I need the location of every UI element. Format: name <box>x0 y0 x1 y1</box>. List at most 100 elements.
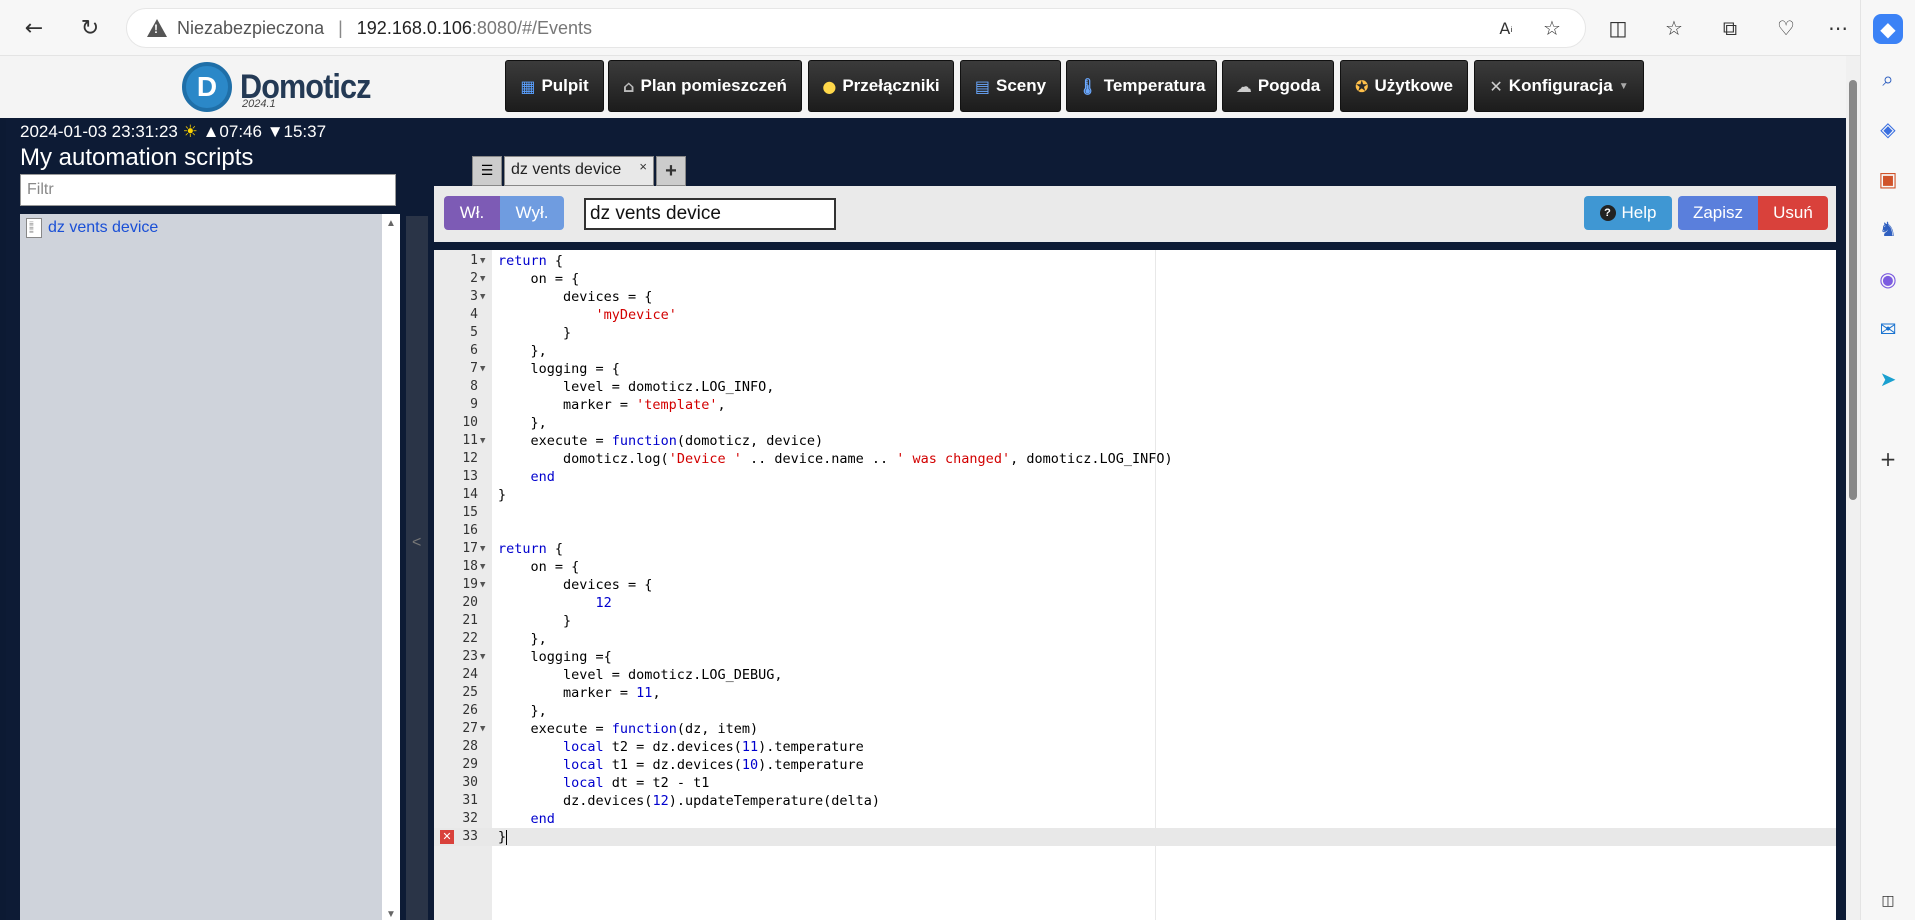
disable-button[interactable]: Wył. <box>500 196 564 230</box>
copilot-icon[interactable]: ◆ <box>1873 14 1903 44</box>
code-line[interactable]: 19 ▼ devices = { <box>434 576 1836 594</box>
code-line[interactable]: 7 ▼ logging = { <box>434 360 1836 378</box>
code-line[interactable]: 11 ▼ execute = function(domoticz, device) <box>434 432 1836 450</box>
split-screen-icon[interactable]: ◫ <box>1600 10 1636 46</box>
tab-dz-vents-device[interactable]: dz vents device × <box>504 156 654 186</box>
fold-icon[interactable]: ▼ <box>480 576 485 594</box>
code-text[interactable]: marker = 'template', <box>498 396 726 414</box>
send-icon[interactable]: ➤ <box>1873 364 1903 394</box>
games-icon[interactable]: ♞ <box>1873 214 1903 244</box>
code-line[interactable]: 29 local t1 = dz.devices(10).temperature <box>434 756 1836 774</box>
fold-icon[interactable]: ▼ <box>480 540 485 558</box>
code-line[interactable]: 12 domoticz.log('Device ' .. device.name… <box>434 450 1836 468</box>
code-text[interactable]: logging = { <box>498 360 620 378</box>
code-line[interactable]: 20 12 <box>434 594 1836 612</box>
fold-icon[interactable]: ▼ <box>480 270 485 288</box>
fold-icon[interactable]: ▼ <box>480 648 485 666</box>
code-line[interactable]: 17 ▼ return { <box>434 540 1836 558</box>
add-tab-button[interactable]: + <box>656 156 686 186</box>
code-line[interactable]: 9 marker = 'template', <box>434 396 1836 414</box>
nav-pulpit[interactable]: ▦ Pulpit <box>505 60 604 112</box>
script-name-input[interactable] <box>584 198 836 230</box>
url-host[interactable]: 192.168.0.106 <box>357 18 472 39</box>
code-text[interactable]: }, <box>498 702 547 720</box>
code-line[interactable]: 5 } <box>434 324 1836 342</box>
nav-sceny[interactable]: ▤ Sceny <box>960 60 1061 112</box>
delete-button[interactable]: Usuń <box>1758 196 1828 230</box>
code-line[interactable]: 2 ▼ on = { <box>434 270 1836 288</box>
code-text[interactable]: } <box>498 324 571 342</box>
code-text[interactable]: devices = { <box>498 288 652 306</box>
add-icon[interactable]: + <box>1873 444 1903 474</box>
code-text[interactable]: }, <box>498 630 547 648</box>
more-icon[interactable]: ⋯ <box>1820 10 1856 46</box>
code-text[interactable]: }, <box>498 414 547 432</box>
code-text[interactable]: level = domoticz.LOG_DEBUG, <box>498 666 782 684</box>
code-line[interactable]: 27 ▼ execute = function(dz, item) <box>434 720 1836 738</box>
office-icon[interactable]: ◉ <box>1873 264 1903 294</box>
nav-przelaczniki[interactable]: ● Przełączniki <box>808 60 954 112</box>
favorite-star-icon[interactable]: ☆ <box>1534 10 1570 46</box>
nav-plan-pomieszczen[interactable]: ⌂ Plan pomieszczeń <box>608 60 802 112</box>
code-text[interactable]: }, <box>498 342 547 360</box>
code-editor[interactable]: 1 ▼ return {2 ▼ on = {3 ▼ devices = {4 'myDe… <box>434 250 1836 920</box>
domoticz-logo[interactable]: D Domoticz 2024.1 <box>182 62 385 112</box>
code-text[interactable]: } <box>498 828 508 846</box>
code-text[interactable]: execute = function(dz, item) <box>498 720 759 738</box>
code-line[interactable]: 31 dz.devices(12).updateTemperature(delt… <box>434 792 1836 810</box>
code-text[interactable]: } <box>498 486 506 504</box>
panel-splitter[interactable]: < <box>406 216 428 920</box>
search-icon[interactable]: ⌕ <box>1873 64 1903 94</box>
code-line[interactable]: 24 level = domoticz.LOG_DEBUG, <box>434 666 1836 684</box>
health-icon[interactable]: ♡ <box>1768 10 1804 46</box>
sidebar-toggle-icon[interactable]: ◫ <box>1873 886 1903 916</box>
fold-icon[interactable]: ▼ <box>480 288 485 306</box>
collapse-icon[interactable]: < <box>412 534 421 552</box>
fold-icon[interactable]: ▼ <box>480 252 485 270</box>
script-list-scrollbar[interactable]: ▲ ▼ <box>382 214 400 920</box>
address-bar[interactable]: Niezabezpieczona | 192.168.0.106:8080/#/… <box>126 8 1586 48</box>
scroll-up-icon[interactable]: ▲ <box>386 218 396 229</box>
nav-uzytkowe[interactable]: ✪ Użytkowe <box>1340 60 1468 112</box>
refresh-icon[interactable]: ↻ <box>72 10 108 46</box>
fold-icon[interactable]: ▼ <box>480 558 485 576</box>
code-text[interactable]: end <box>498 468 555 486</box>
code-text[interactable]: level = domoticz.LOG_INFO, <box>498 378 774 396</box>
code-line[interactable]: 25 marker = 11, <box>434 684 1836 702</box>
security-label[interactable]: Niezabezpieczona <box>177 18 324 39</box>
code-text[interactable]: marker = 11, <box>498 684 661 702</box>
code-line[interactable]: 21 } <box>434 612 1836 630</box>
code-line[interactable]: 14} <box>434 486 1836 504</box>
code-text[interactable]: } <box>498 612 571 630</box>
collections-icon[interactable]: ⧉ <box>1712 10 1748 46</box>
code-line[interactable]: 3 ▼ devices = { <box>434 288 1836 306</box>
scroll-down-icon[interactable]: ▼ <box>386 909 396 920</box>
url-path[interactable]: :8080/#/Events <box>472 18 592 39</box>
code-line[interactable]: 18 ▼ on = { <box>434 558 1836 576</box>
code-line[interactable]: 28 local t2 = dz.devices(11).temperature <box>434 738 1836 756</box>
code-text[interactable]: domoticz.log('Device ' .. device.name ..… <box>498 450 1173 468</box>
code-line[interactable]: 6 }, <box>434 342 1836 360</box>
tag-icon[interactable]: ◈ <box>1873 114 1903 144</box>
error-icon[interactable]: ✕ <box>440 830 454 844</box>
filter-input[interactable] <box>20 174 396 206</box>
code-text[interactable]: local dt = t2 - t1 <box>498 774 709 792</box>
scroll-thumb[interactable] <box>1849 80 1857 500</box>
nav-konfiguracja[interactable]: ✕ Konfiguracja ▼ <box>1474 60 1644 112</box>
back-icon[interactable]: ← <box>16 10 52 46</box>
code-line[interactable]: 13 end <box>434 468 1836 486</box>
code-text[interactable]: on = { <box>498 270 580 288</box>
code-text[interactable]: dz.devices(12).updateTemperature(delta) <box>498 792 880 810</box>
nav-temperatura[interactable]: 🌡 Temperatura <box>1066 60 1217 112</box>
tab-close-icon[interactable]: × <box>639 159 647 174</box>
save-button[interactable]: Zapisz <box>1678 196 1758 230</box>
code-line[interactable]: 1 ▼ return { <box>434 252 1836 270</box>
warning-icon[interactable] <box>147 19 167 37</box>
favorites-icon[interactable]: ☆ <box>1656 10 1692 46</box>
code-line[interactable]: 4 'myDevice' <box>434 306 1836 324</box>
code-text[interactable]: on = { <box>498 558 580 576</box>
fold-icon[interactable]: ▼ <box>480 360 485 378</box>
code-line[interactable]: 8 level = domoticz.LOG_INFO, <box>434 378 1836 396</box>
code-text[interactable]: end <box>498 810 555 828</box>
read-aloud-icon[interactable]: Aᵢ <box>1488 10 1524 46</box>
